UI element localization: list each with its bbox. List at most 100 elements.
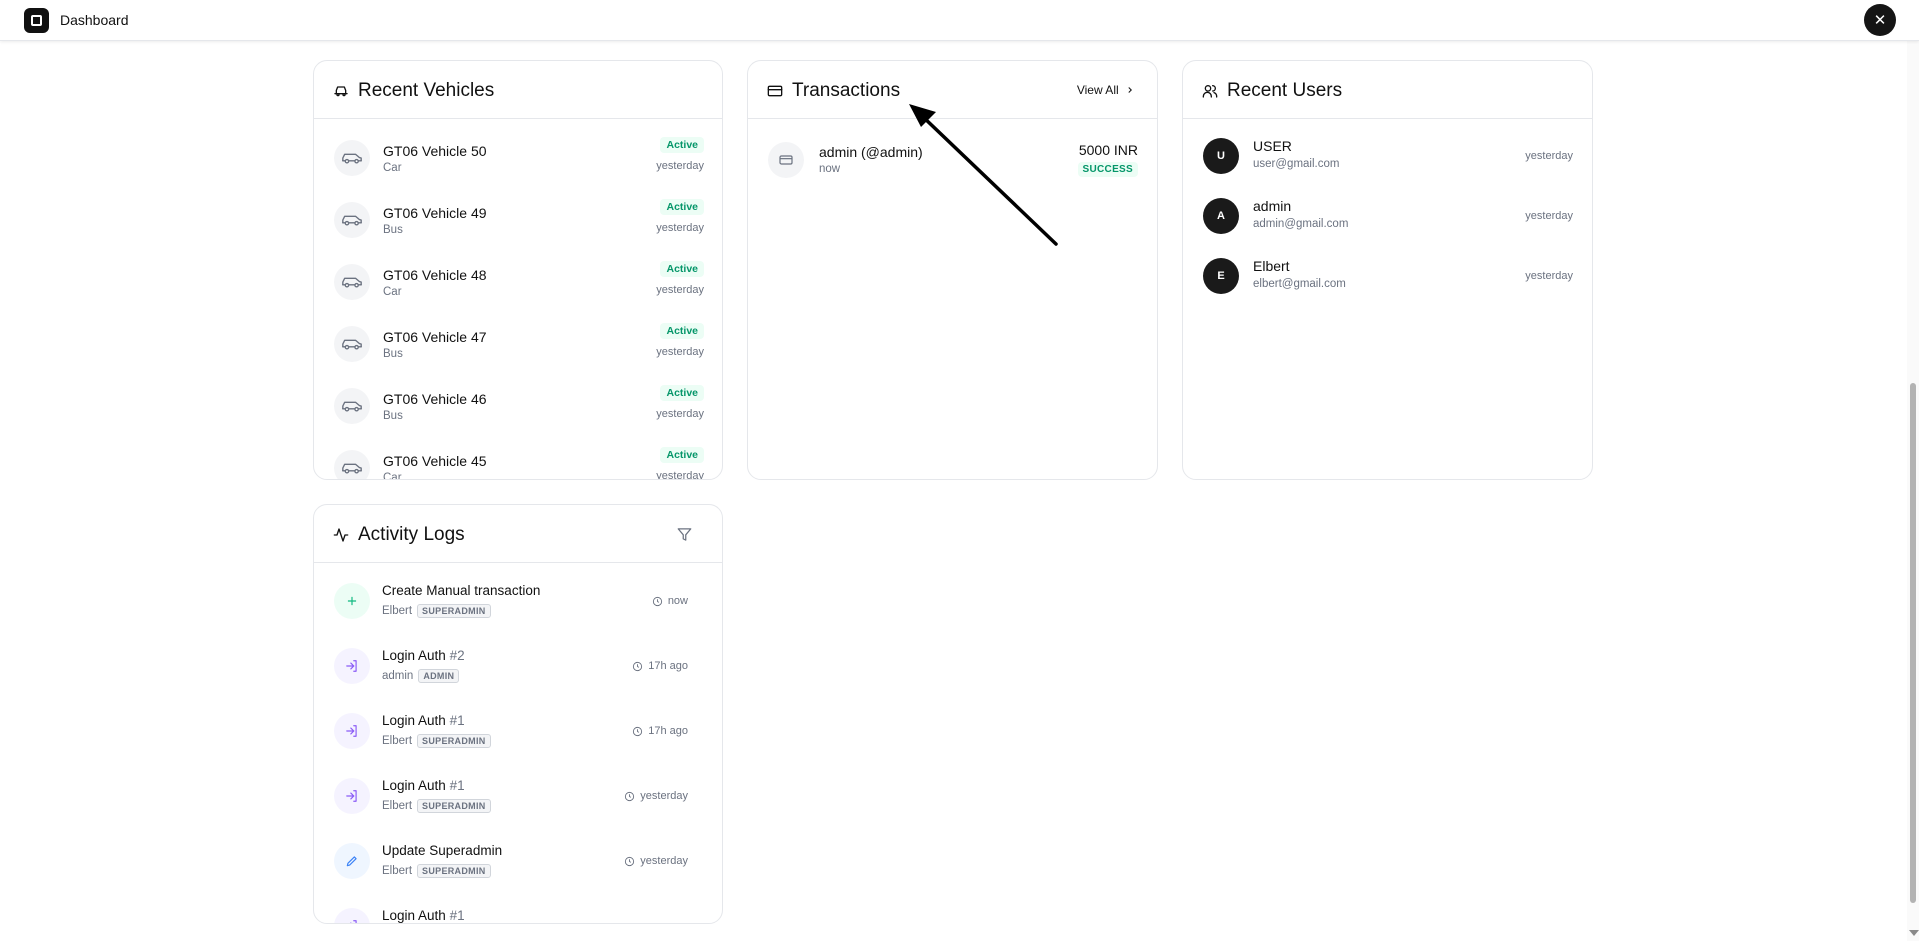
- activity-user: admin ADMIN: [382, 669, 460, 683]
- car-icon: [342, 339, 362, 350]
- activity-row[interactable]: Create Manual transaction Elbert SUPERADM…: [334, 583, 704, 643]
- car-icon: [342, 401, 362, 412]
- activity-number: #1: [449, 908, 465, 923]
- view-all-link[interactable]: View All: [1077, 83, 1135, 97]
- activity-title: Login Auth #1: [382, 908, 465, 923]
- activity-row[interactable]: Login Auth #1: [334, 908, 704, 923]
- activity-row[interactable]: Login Auth #1 Elbert SUPERADMIN 17h ago: [334, 713, 704, 773]
- transaction-status-badge: SUCCESS: [1077, 162, 1138, 177]
- card-header: Recent Users: [1183, 61, 1592, 119]
- activity-title-text: Create Manual transaction: [382, 583, 541, 598]
- activity-type-icon: [334, 648, 370, 684]
- activity-time-text: 17h ago: [648, 660, 688, 672]
- filter-icon[interactable]: [677, 527, 692, 542]
- user-email: elbert@gmail.com: [1253, 278, 1346, 290]
- avatar: A: [1203, 198, 1239, 234]
- activity-user: Elbert SUPERADMIN: [382, 734, 491, 748]
- activity-title-text: Update Superadmin: [382, 843, 503, 858]
- role-badge: ADMIN: [418, 669, 460, 683]
- pencil-icon: [346, 856, 357, 867]
- vehicle-avatar: [334, 326, 370, 362]
- car-icon: [342, 463, 362, 474]
- activity-time-text: 17h ago: [648, 725, 688, 737]
- clock-icon: [633, 726, 643, 736]
- vehicle-row[interactable]: GT06 Vehicle 46 Bus Active yesterday: [334, 385, 704, 450]
- page-title: Dashboard: [60, 12, 129, 28]
- transaction-amount: 5000 INR: [1078, 142, 1138, 158]
- vehicle-name: GT06 Vehicle 46: [383, 391, 487, 407]
- vehicle-row[interactable]: GT06 Vehicle 45 Car Active yesterday: [334, 447, 704, 479]
- activity-title: Create Manual transaction: [382, 583, 540, 598]
- close-button[interactable]: ✕: [1864, 4, 1896, 36]
- clock-icon: [652, 596, 662, 606]
- activity-row[interactable]: Update Superadmin Elbert SUPERADMIN yester…: [334, 843, 704, 903]
- activity-type-icon: [334, 713, 370, 749]
- activity-user: Elbert SUPERADMIN: [382, 604, 491, 618]
- card-header: Recent Vehicles: [314, 61, 722, 119]
- recent-users-card: Recent Users U USER user@gmail.com yesterda…: [1182, 60, 1593, 480]
- vehicle-status-badge: Active: [660, 137, 704, 153]
- user-row[interactable]: U USER user@gmail.com yesterday: [1203, 138, 1573, 188]
- user-name: USER: [1253, 138, 1292, 154]
- transaction-row[interactable]: admin (@admin) now 5000 INR SUCCESS: [768, 142, 1138, 182]
- user-row[interactable]: E Elbert elbert@gmail.com yesterday: [1203, 258, 1573, 308]
- activity-row[interactable]: Login Auth #2 admin ADMIN 17h ago: [334, 648, 704, 708]
- vehicle-avatar: [334, 140, 370, 176]
- activity-title: Login Auth #1: [382, 778, 465, 793]
- activity-user: Elbert SUPERADMIN: [382, 864, 491, 878]
- activity-user-name: Elbert: [382, 800, 413, 812]
- login-icon: [346, 725, 357, 737]
- vehicle-row[interactable]: GT06 Vehicle 50 Car Active yesterday: [334, 137, 704, 202]
- vehicle-status-badge: Active: [660, 323, 704, 339]
- activity-type-icon: [334, 908, 370, 923]
- scroll-down-arrow-icon[interactable]: [1909, 930, 1919, 936]
- activity-time-text: now: [667, 595, 688, 607]
- avatar: E: [1203, 258, 1239, 294]
- vehicle-name: GT06 Vehicle 49: [383, 205, 487, 221]
- vehicle-name: GT06 Vehicle 50: [383, 143, 487, 159]
- card-header: Transactions View All: [748, 61, 1157, 119]
- activity-type-icon: [334, 583, 370, 619]
- activity-time: now: [652, 595, 688, 607]
- vehicle-time: yesterday: [656, 284, 704, 296]
- user-time: yesterday: [1525, 150, 1573, 162]
- vehicle-row[interactable]: GT06 Vehicle 48 Car Active yesterday: [334, 261, 704, 326]
- activity-title: Update Superadmin: [382, 843, 502, 858]
- activity-type-icon: [334, 778, 370, 814]
- activity-icon: [333, 528, 349, 542]
- activity-user: Elbert SUPERADMIN: [382, 799, 491, 813]
- transaction-user: admin (@admin): [819, 144, 923, 160]
- activity-row[interactable]: Login Auth #1 Elbert SUPERADMIN yesterday: [334, 778, 704, 838]
- vehicle-time: yesterday: [656, 160, 704, 172]
- app-logo-icon: [24, 8, 49, 33]
- activity-time: yesterday: [624, 855, 688, 867]
- user-row[interactable]: Aadmin admin@gmail.com yesterday: [1203, 198, 1573, 248]
- vehicle-avatar: [334, 264, 370, 300]
- vehicle-time: yesterday: [656, 346, 704, 358]
- vehicle-avatar: [334, 450, 370, 479]
- vehicle-row[interactable]: GT06 Vehicle 47 Bus Active yesterday: [334, 323, 704, 388]
- activity-title-text: Login Auth: [382, 908, 446, 923]
- vehicle-time: yesterday: [656, 408, 704, 420]
- credit-card-icon: [767, 85, 783, 97]
- vehicle-row[interactable]: GT06 Vehicle 49 Bus Active yesterday: [334, 199, 704, 264]
- car-icon: [342, 277, 362, 288]
- transaction-time: now: [819, 163, 841, 175]
- vehicle-type: Bus: [383, 224, 403, 236]
- scrollbar-thumb[interactable]: [1910, 383, 1916, 903]
- users-icon: [1202, 85, 1218, 98]
- activity-title: Login Auth #2: [382, 648, 465, 663]
- role-badge: SUPERADMIN: [417, 604, 491, 618]
- login-icon: [346, 790, 357, 802]
- vehicle-status-badge: Active: [660, 261, 704, 277]
- activity-time: 17h ago: [632, 660, 688, 672]
- user-time: yesterday: [1525, 270, 1573, 282]
- activity-number: #1: [449, 778, 465, 793]
- activity-type-icon: [334, 843, 370, 879]
- top-bar: Dashboard ✕: [0, 0, 1919, 41]
- vehicle-type: Bus: [383, 348, 403, 360]
- activity-user-name: Elbert: [382, 735, 413, 747]
- user-email: user@gmail.com: [1253, 158, 1340, 170]
- vehicle-name: GT06 Vehicle 48: [383, 267, 487, 283]
- view-all-label: View All: [1076, 83, 1119, 97]
